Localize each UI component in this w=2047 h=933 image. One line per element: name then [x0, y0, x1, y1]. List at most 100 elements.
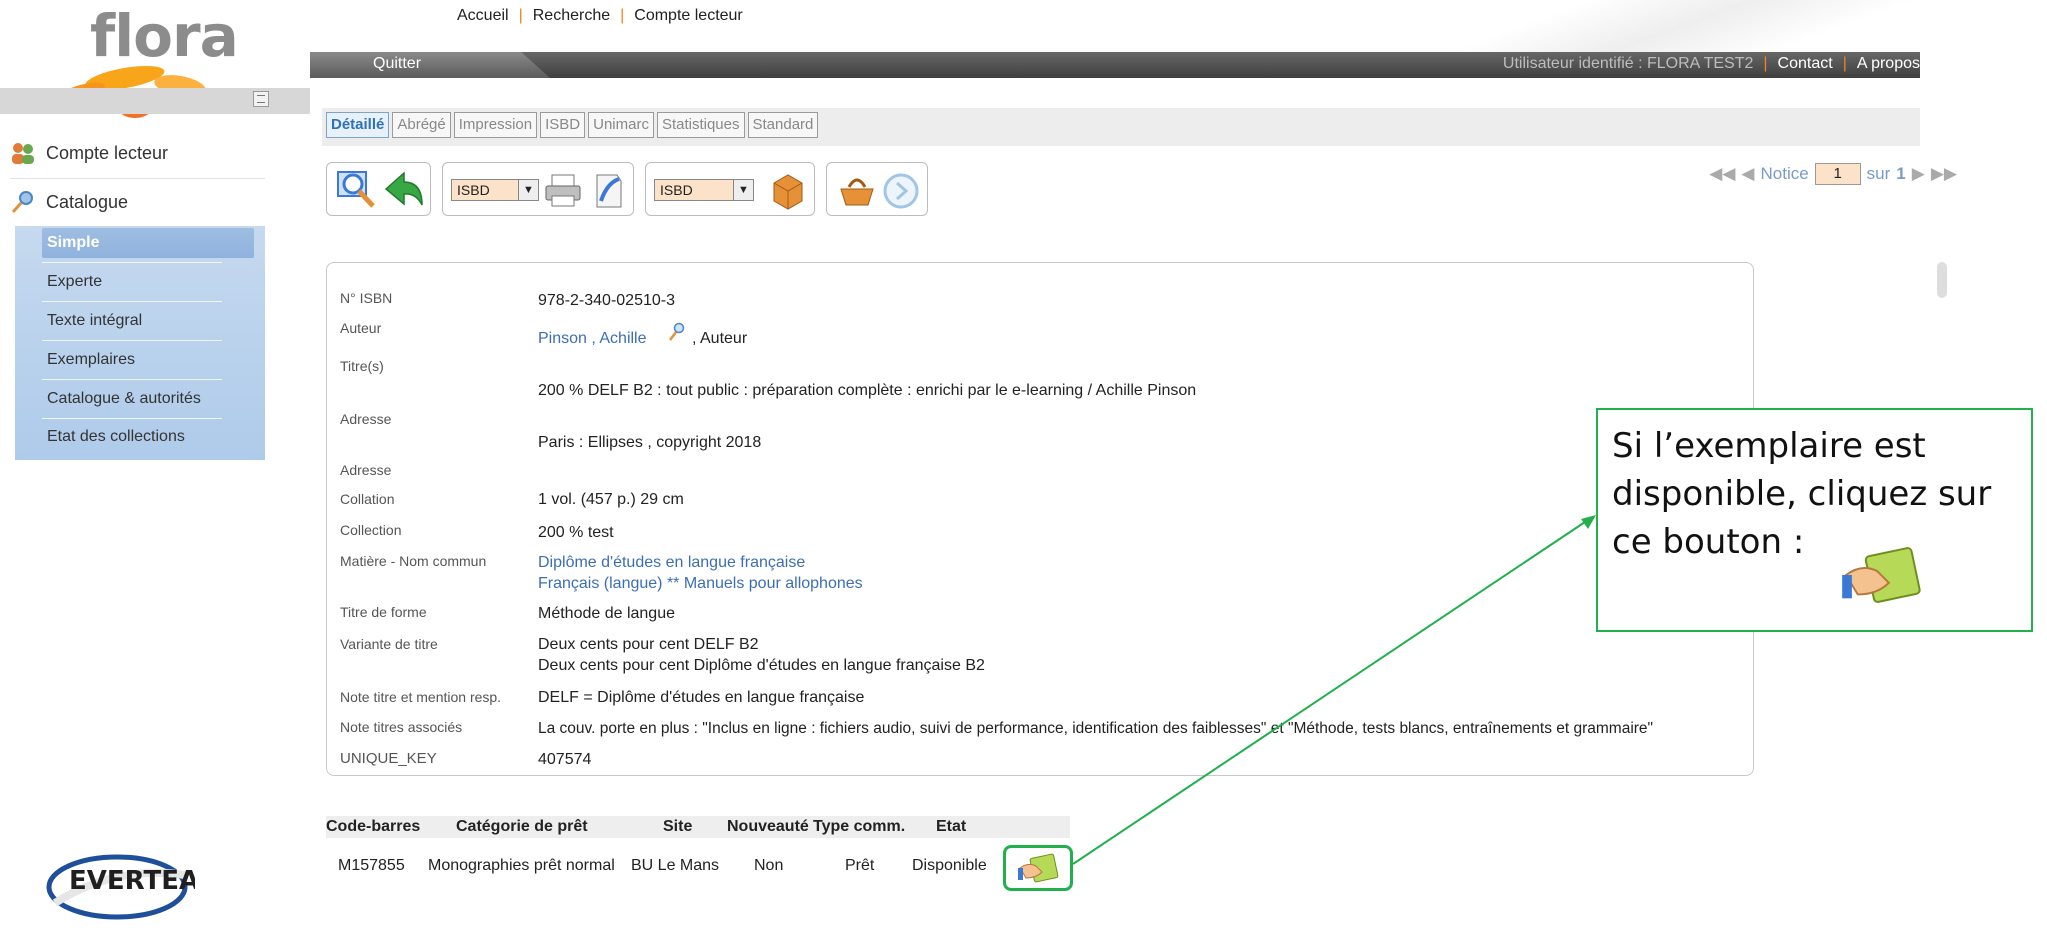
first-page-icon[interactable]: ◀◀ [1709, 164, 1735, 184]
top-bar-notch [310, 52, 550, 78]
box-package-icon[interactable] [768, 171, 808, 211]
sidebar-item-label: Compte lecteur [46, 142, 169, 163]
submenu-item-exemplaires[interactable]: Exemplaires [47, 342, 135, 378]
search-actions-group [326, 162, 431, 216]
item-site: BU Le Mans [631, 857, 720, 874]
submenu-item-experte[interactable]: Experte [47, 264, 102, 300]
note-resp-value: DELF = Diplôme d'études en langue frança… [538, 689, 865, 706]
nav-compte-lecteur[interactable]: Compte lecteur [634, 7, 743, 25]
magnifier-icon [11, 191, 33, 213]
export-format-select[interactable]: ISBD ▼ [654, 179, 754, 201]
header-decoration [1260, 0, 1940, 52]
column-header-type: Type comm. [813, 818, 906, 835]
contact-link[interactable]: Contact [1778, 55, 1833, 73]
collapse-sidebar-button[interactable] [253, 91, 269, 107]
submenu-item-catalogue-autorites[interactable]: Catalogue & autorités [47, 381, 201, 417]
zoom-search-icon[interactable] [335, 168, 379, 212]
item-type: Prêt [845, 857, 875, 874]
nav-separator: | [518, 7, 523, 24]
sidebar-item-compte-lecteur[interactable]: Compte lecteur [10, 138, 168, 168]
tab-isbd[interactable]: ISBD [540, 112, 586, 138]
pager-total-label: sur [1866, 164, 1891, 183]
tab-detaille[interactable]: Détaillé [326, 112, 390, 138]
author-role: , Auteur [692, 330, 748, 347]
tab-standard[interactable]: Standard [747, 112, 819, 138]
everteam-text-ever: EVERTEAM [69, 866, 195, 896]
item-barcode-link[interactable]: M157855 [338, 857, 405, 875]
sidebar: flora Compte lecteur Catalogue Simple Ex… [0, 0, 310, 933]
unique-key-value: 407574 [538, 751, 592, 768]
column-header-new: Nouveauté [727, 818, 809, 835]
column-header-state: Etat [936, 818, 967, 835]
about-link[interactable]: A propos [1857, 55, 1920, 73]
help-callout: Si l’exemplaire est disponible, cliquez … [1596, 408, 2033, 632]
hand-book-icon [1018, 853, 1059, 883]
variant-label: Variante de titre [340, 636, 438, 652]
isbn-label: N° ISBN [340, 290, 393, 306]
form-label: Titre de forme [340, 604, 427, 620]
tab-unimarc[interactable]: Unimarc [588, 112, 654, 138]
collation-value: 1 vol. (457 p.) 29 cm [538, 491, 684, 508]
page-number-input[interactable]: 1 [1814, 163, 1861, 185]
top-navigation: Accueil | Recherche | Compte lecteur [457, 7, 743, 25]
note-resp-label: Note titre et mention resp. [340, 689, 502, 705]
divider [42, 379, 222, 380]
address2-label: Adresse [340, 462, 392, 478]
author-link[interactable]: Pinson , Achille [538, 330, 647, 348]
divider [42, 301, 222, 302]
export-document-icon[interactable] [589, 171, 627, 211]
display-tabs: Détaillé Abrégé Impression ISBD Unimarc … [326, 112, 819, 138]
separator: | [1842, 55, 1847, 72]
print-format-value: ISBD [457, 182, 490, 198]
title-value: 200 % DELF B2 : tout public : préparatio… [538, 382, 1197, 399]
item-category: Monographies prêt normal [428, 857, 615, 874]
list-icon [257, 95, 265, 103]
item-new: Non [754, 857, 784, 874]
item-state: Disponible [912, 857, 987, 874]
note-assoc-label: Note titres associés [340, 719, 463, 735]
sidebar-item-catalogue[interactable]: Catalogue [10, 187, 128, 217]
quit-link[interactable]: Quitter [373, 55, 421, 73]
collation-label: Collation [340, 491, 395, 507]
submenu-item-texte-integral[interactable]: Texte intégral [47, 303, 142, 339]
back-arrow-icon[interactable] [382, 169, 426, 211]
submenu-item-etat-collections[interactable]: Etat des collections [47, 419, 185, 455]
column-header-category: Catégorie de prêt [456, 818, 588, 835]
print-group: ISBD ▼ [442, 162, 634, 216]
author-search-icon[interactable] [668, 322, 686, 342]
column-header-barcode: Code-barres [326, 818, 421, 835]
print-format-select[interactable]: ISBD ▼ [451, 179, 539, 201]
next-page-icon[interactable]: ▶ [1912, 164, 1925, 184]
identified-user: Utilisateur identifié : FLORA TEST2 [1502, 55, 1754, 72]
nav-accueil[interactable]: Accueil [457, 7, 509, 25]
subject-link-1[interactable]: Diplôme d'études en langue française [538, 554, 805, 572]
callout-text: Si l’exemplaire est disponible, cliquez … [1612, 426, 1992, 562]
address-label: Adresse [340, 411, 392, 427]
tab-impression[interactable]: Impression [453, 112, 538, 138]
everteam-logo-mark: EVERTEAM [46, 854, 225, 920]
subject-link-2[interactable]: Français (langue) ** Manuels pour alloph… [538, 575, 863, 593]
collection-value: 200 % test [538, 524, 614, 541]
tab-abrege[interactable]: Abrégé [392, 112, 451, 138]
tab-statistiques[interactable]: Statistiques [656, 112, 745, 138]
chevron-down-icon: ▼ [733, 180, 753, 200]
note-assoc-value: La couv. porte en plus : "Inclus en lign… [538, 720, 1654, 737]
author-label: Auteur [340, 320, 382, 336]
previous-page-icon[interactable]: ◀ [1741, 164, 1754, 184]
everteam-logo[interactable]: EVERTEAM [45, 845, 225, 930]
panel-handle[interactable] [1937, 262, 1947, 298]
divider [10, 178, 265, 179]
nav-recherche[interactable]: Recherche [533, 7, 610, 25]
divider [42, 340, 222, 341]
variant-value-1: Deux cents pour cent DELF B2 [538, 636, 759, 653]
isbn-value: 978-2-340-02510-3 [538, 292, 675, 309]
hand-book-icon [1842, 547, 1921, 603]
basket-icon[interactable] [837, 171, 877, 211]
next-circle-icon[interactable] [881, 171, 921, 211]
reserve-item-button[interactable] [1003, 845, 1073, 891]
users-icon [12, 143, 34, 164]
printer-icon[interactable] [543, 173, 583, 209]
last-page-icon[interactable]: ▶▶ [1931, 164, 1957, 184]
submenu-item-simple[interactable]: Simple [47, 225, 99, 261]
basket-group: ISBD ▼ [645, 162, 815, 216]
